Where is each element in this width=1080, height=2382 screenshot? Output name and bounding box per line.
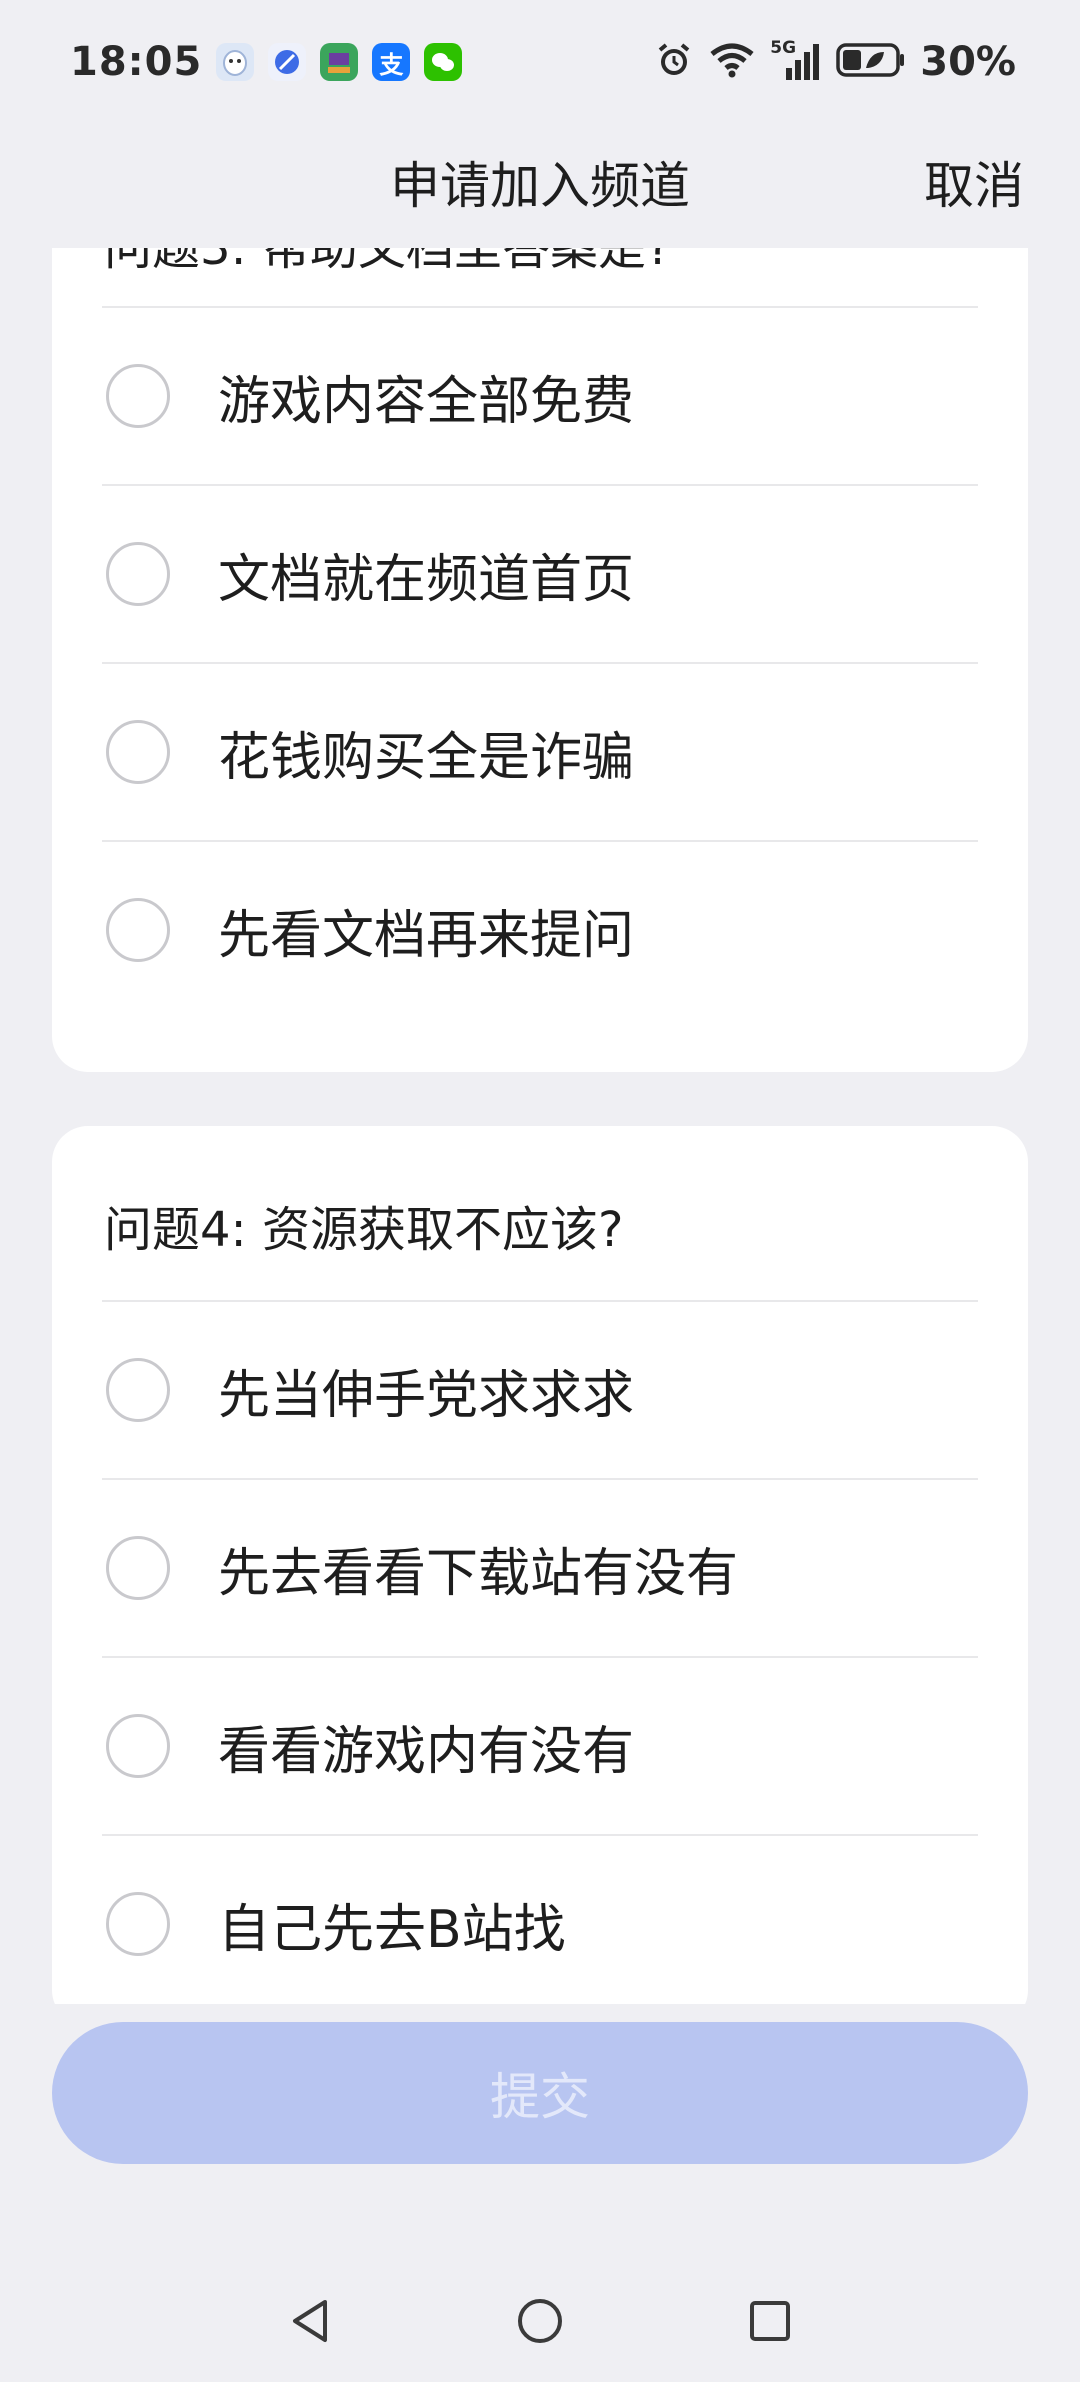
qq-icon <box>216 43 255 81</box>
game-app-icon <box>320 43 359 81</box>
status-bar-right: 5G 30% <box>654 38 1016 85</box>
back-icon[interactable] <box>275 2286 345 2356</box>
home-icon[interactable] <box>505 2286 575 2356</box>
option-label: 先当伸手党求求求 <box>218 1365 635 1426</box>
radio-button[interactable] <box>106 542 170 606</box>
option-label: 看看游戏内有没有 <box>218 1721 635 1782</box>
radio-button[interactable] <box>106 1358 170 1422</box>
radio-button[interactable] <box>106 720 170 784</box>
option-item[interactable]: 花钱购买全是诈骗 <box>52 664 1028 840</box>
question-title: 问题4: 资源获取不应该? <box>104 1202 624 1258</box>
questions-scroll-area[interactable]: 问题3: 帮助文档里答案是? 游戏内容全部免费 文档就在频道首页 花钱购买全是诈… <box>0 248 1080 2004</box>
radio-button[interactable] <box>106 898 170 962</box>
status-bar: 18:05 支 5G 30% <box>0 0 1080 124</box>
cancel-button[interactable]: 取消 <box>924 146 1024 218</box>
question-title: 问题3: 帮助文档里答案是? <box>104 248 672 276</box>
option-item[interactable]: 先当伸手党求求求 <box>52 1302 1028 1478</box>
option-label: 游戏内容全部免费 <box>218 371 635 432</box>
browser-icon <box>268 43 307 81</box>
question-card-3: 问题3: 帮助文档里答案是? 游戏内容全部免费 文档就在频道首页 花钱购买全是诈… <box>52 248 1028 1072</box>
question-card-4: 问题4: 资源获取不应该? 先当伸手党求求求 先去看看下载站有没有 看看游戏内有… <box>52 1126 1028 2004</box>
option-label: 自己先去B站找 <box>218 1899 566 1960</box>
option-item[interactable]: 文档就在频道首页 <box>52 486 1028 662</box>
option-item[interactable]: 先去看看下载站有没有 <box>52 1480 1028 1656</box>
recent-apps-icon[interactable] <box>735 2286 805 2356</box>
option-label: 先去看看下载站有没有 <box>218 1543 739 1604</box>
option-item[interactable]: 先看文档再来提问 <box>52 842 1028 1018</box>
alarm-icon <box>654 40 694 84</box>
option-label: 花钱购买全是诈骗 <box>218 727 635 788</box>
battery-percentage: 30% <box>920 39 1016 85</box>
option-item[interactable]: 看看游戏内有没有 <box>52 1658 1028 1834</box>
page-header: 申请加入频道 取消 <box>0 124 1080 240</box>
clock: 18:05 <box>70 39 203 85</box>
option-label: 先看文档再来提问 <box>218 905 635 966</box>
wechat-icon <box>424 43 463 81</box>
wifi-icon <box>708 40 756 84</box>
network-type-label: 5G <box>770 38 797 58</box>
battery-icon <box>836 40 906 84</box>
option-label: 文档就在频道首页 <box>218 549 635 610</box>
page-title: 申请加入频道 <box>390 157 690 215</box>
cellular-signal-icon: 5G <box>770 38 822 82</box>
option-item[interactable]: 游戏内容全部免费 <box>52 308 1028 484</box>
option-item[interactable]: 自己先去B站找 <box>52 1836 1028 2004</box>
radio-button[interactable] <box>106 1892 170 1956</box>
radio-button[interactable] <box>106 364 170 428</box>
alipay-icon: 支 <box>372 43 411 81</box>
radio-button[interactable] <box>106 1714 170 1778</box>
radio-button[interactable] <box>106 1536 170 1600</box>
submit-button[interactable]: 提交 <box>52 2022 1028 2164</box>
status-bar-left: 18:05 支 <box>70 39 463 85</box>
system-navigation-bar <box>0 2260 1080 2382</box>
